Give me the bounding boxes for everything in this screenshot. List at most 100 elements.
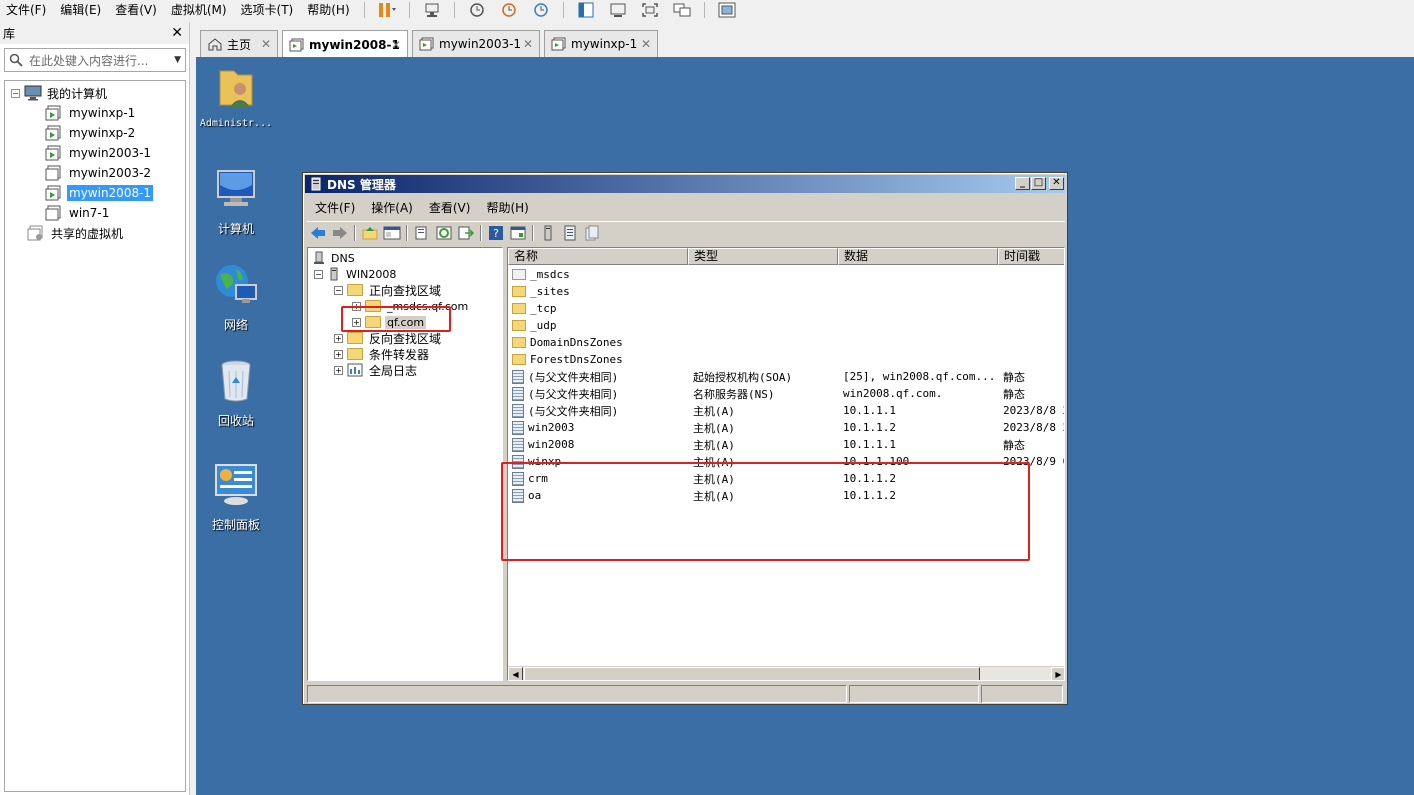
close-button[interactable]: ✕ xyxy=(1049,177,1064,190)
minimize-button[interactable]: _ xyxy=(1015,177,1030,190)
library-header: 库 ✕ xyxy=(0,22,189,44)
export-list-icon[interactable] xyxy=(457,224,475,242)
record-detail-icon[interactable] xyxy=(583,224,601,242)
tree-node-qf-zone[interactable]: + qf.com xyxy=(352,314,427,330)
menu-help[interactable]: 帮助(H) xyxy=(478,199,536,216)
tree-node-reverse-zones[interactable]: + 反向查找区域 xyxy=(334,330,443,346)
horizontal-scrollbar[interactable]: ◀ ▶ xyxy=(508,666,1064,680)
tab-mywinxp-1[interactable]: mywinxp-1 ✕ xyxy=(544,30,658,57)
expand-icon[interactable]: + xyxy=(352,317,361,327)
record-row[interactable]: win2003 主机(A) 10.1.1.2 2023/8/8 2 xyxy=(508,419,1064,436)
column-header-timestamp[interactable]: 时间戳 xyxy=(998,248,1064,265)
up-folder-icon[interactable] xyxy=(361,224,379,242)
tree-node-shared-vms[interactable]: 共享的虚拟机 xyxy=(27,224,125,242)
tab-home[interactable]: 主页 ✕ xyxy=(200,30,278,57)
copy-icon[interactable] xyxy=(413,224,431,242)
fullscreen-icon[interactable] xyxy=(639,2,661,18)
snapshot-icon[interactable] xyxy=(466,2,488,18)
record-row[interactable]: crm 主机(A) 10.1.1.2 xyxy=(508,470,1064,487)
tree-node-vm-selected[interactable]: mywin2008-1 xyxy=(45,184,154,202)
tree-node-vm[interactable]: mywinxp-2 xyxy=(45,124,137,142)
record-row[interactable]: (与父文件夹相同) 主机(A) 10.1.1.1 2023/8/8 2 xyxy=(508,402,1064,419)
properties-icon[interactable] xyxy=(509,224,527,242)
menu-view[interactable]: 查看(V) xyxy=(421,199,479,216)
record-row[interactable]: (与父文件夹相同) 起始授权机构(SOA) [25], win2008.qf.com… xyxy=(508,368,1064,385)
expand-icon[interactable]: + xyxy=(352,301,361,311)
close-icon[interactable]: ✕ xyxy=(171,25,183,41)
desktop-icon-administrator[interactable]: Administr... xyxy=(196,63,276,129)
pause-icon[interactable] xyxy=(376,2,398,18)
record-row[interactable]: _msdcs xyxy=(508,266,1064,283)
record-row[interactable]: _tcp xyxy=(508,300,1064,317)
collapse-icon[interactable]: − xyxy=(11,88,20,98)
close-icon[interactable]: ✕ xyxy=(261,37,271,51)
thumbnail-view-icon[interactable] xyxy=(716,2,738,18)
close-icon[interactable]: ✕ xyxy=(391,38,401,52)
scroll-right-icon[interactable]: ▶ xyxy=(1051,667,1064,680)
back-icon[interactable] xyxy=(309,224,327,242)
tree-node-msdcs-zone[interactable]: + _msdcs.qf.com xyxy=(352,298,470,314)
record-row[interactable]: win2008 主机(A) 10.1.1.1 静态 xyxy=(508,436,1064,453)
help-icon[interactable]: ? xyxy=(487,224,505,242)
tree-node-vm[interactable]: mywin2003-2 xyxy=(45,164,153,182)
tree-node-my-computer[interactable]: − 我的计算机 xyxy=(11,84,109,102)
show-hide-tree-icon[interactable] xyxy=(383,224,401,242)
menu-help[interactable]: 帮助(H) xyxy=(301,3,357,17)
chevron-down-icon[interactable]: ▼ xyxy=(174,55,181,65)
record-row[interactable]: _sites xyxy=(508,283,1064,300)
collapse-icon[interactable]: − xyxy=(314,269,323,279)
desktop-icon-network[interactable]: 网络 xyxy=(196,261,276,333)
menu-file[interactable]: 文件(F) xyxy=(0,3,54,17)
show-library-icon[interactable] xyxy=(575,2,597,18)
desktop-icon-computer[interactable]: 计算机 xyxy=(196,165,276,237)
tree-node-global-logs[interactable]: + 全局日志 xyxy=(334,362,419,378)
record-row[interactable]: (与父文件夹相同) 名称服务器(NS) win2008.qf.com. 静态 xyxy=(508,385,1064,402)
expand-icon[interactable]: + xyxy=(334,365,343,375)
tree-node-forward-zones[interactable]: − 正向查找区域 xyxy=(334,282,443,298)
window-title-bar[interactable]: DNS 管理器 _ □ ✕ xyxy=(305,175,1065,193)
menu-file[interactable]: 文件(F) xyxy=(307,199,363,216)
record-row[interactable]: winxp 主机(A) 10.1.1.100 2023/8/9 0 xyxy=(508,453,1064,470)
tree-node-vm[interactable]: mywin2003-1 xyxy=(45,144,153,162)
send-ctrl-alt-del-icon[interactable] xyxy=(421,2,443,18)
menu-action[interactable]: 操作(A) xyxy=(363,199,421,216)
close-icon[interactable]: ✕ xyxy=(523,37,533,51)
forward-icon[interactable] xyxy=(331,224,349,242)
tree-node-vm[interactable]: mywinxp-1 xyxy=(45,104,137,122)
record-list-icon[interactable] xyxy=(561,224,579,242)
snapshot-manager-icon[interactable] xyxy=(530,2,552,18)
close-icon[interactable]: ✕ xyxy=(641,37,651,51)
menu-view[interactable]: 查看(V) xyxy=(109,3,165,17)
expand-icon[interactable]: + xyxy=(334,333,343,343)
menu-tabs[interactable]: 选项卡(T) xyxy=(235,3,302,17)
zone-icon xyxy=(365,316,381,328)
expand-icon[interactable]: + xyxy=(334,349,343,359)
library-search-input[interactable]: 在此处键入内容进行... ▼ xyxy=(4,48,186,72)
console-view-icon[interactable] xyxy=(607,2,629,18)
tree-node-server[interactable]: − WIN2008 xyxy=(314,266,398,282)
maximize-button[interactable]: □ xyxy=(1031,177,1046,190)
tree-node-vm[interactable]: win7-1 xyxy=(45,204,111,222)
tree-node-dns[interactable]: DNS xyxy=(312,250,357,266)
desktop-icon-recycle-bin[interactable]: 回收站 xyxy=(196,357,276,429)
tab-mywin2003-1[interactable]: mywin2003-1 ✕ xyxy=(412,30,540,57)
tree-node-conditional-forwarders[interactable]: + 条件转发器 xyxy=(334,346,431,362)
column-header-name[interactable]: 名称 xyxy=(508,248,688,265)
unity-icon[interactable] xyxy=(671,2,693,18)
column-header-data[interactable]: 数据 xyxy=(838,248,998,265)
record-row[interactable]: DomainDnsZones xyxy=(508,334,1064,351)
menu-vm[interactable]: 虚拟机(M) xyxy=(165,3,235,17)
desktop-icon-control-panel[interactable]: 控制面板 xyxy=(196,461,276,533)
scroll-thumb[interactable] xyxy=(524,667,980,680)
server-icon[interactable] xyxy=(539,224,557,242)
menu-edit[interactable]: 编辑(E) xyxy=(54,3,109,17)
tab-mywin2008-1[interactable]: mywin2008-1 ✕ xyxy=(282,30,408,58)
record-row[interactable]: _udp xyxy=(508,317,1064,334)
revert-snapshot-icon[interactable] xyxy=(498,2,520,18)
refresh-icon[interactable] xyxy=(435,224,453,242)
column-header-type[interactable]: 类型 xyxy=(688,248,838,265)
collapse-icon[interactable]: − xyxy=(334,285,343,295)
record-row[interactable]: ForestDnsZones xyxy=(508,351,1064,368)
record-row[interactable]: oa 主机(A) 10.1.1.2 xyxy=(508,487,1064,504)
scroll-left-icon[interactable]: ◀ xyxy=(508,667,523,680)
